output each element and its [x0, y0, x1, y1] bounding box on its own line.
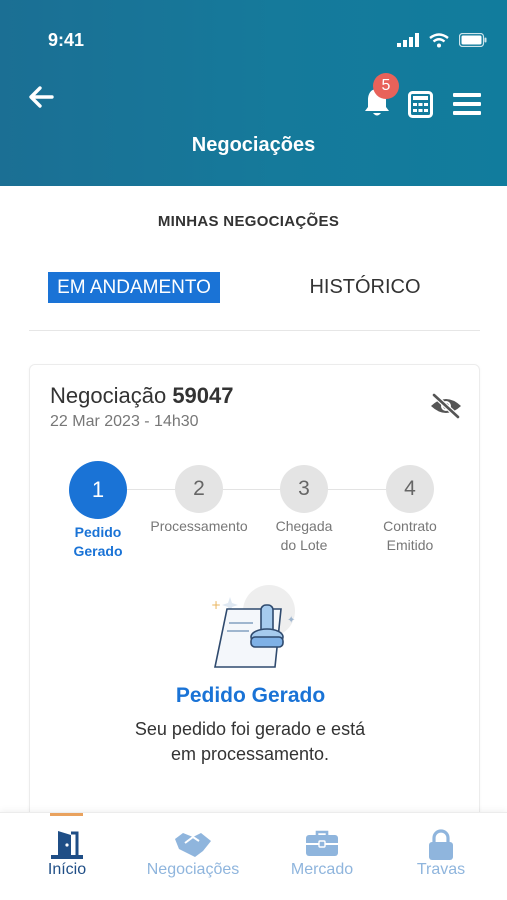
lock-icon	[429, 829, 453, 860]
step-processamento: 2 Processamento	[139, 461, 259, 536]
signal-icon	[397, 33, 419, 47]
nav-label: Travas	[416, 861, 466, 878]
step-label-line1: Processamento	[150, 518, 248, 534]
step-contrato-emitido: 4 Contrato Emitido	[350, 461, 470, 555]
step-label-line2: Emitido	[386, 537, 434, 553]
nav-item-inicio[interactable]: Início	[0, 813, 134, 900]
step-label: Chegada do Lote	[244, 517, 364, 555]
app-header: 9:41 5 Negociações	[0, 0, 507, 186]
negotiation-title: Negociação 59047	[50, 383, 234, 409]
battery-icon	[459, 33, 487, 47]
svg-text:✦: ✦	[287, 615, 295, 626]
eye-off-icon[interactable]	[429, 393, 463, 419]
step-label-line1: Chegada	[275, 518, 333, 534]
bottom-nav: Início Negociações Mercado Travas	[0, 812, 507, 900]
negotiation-card[interactable]: Negociação 59047 22 Mar 2023 - 14h30 1 P…	[29, 364, 480, 834]
nav-item-mercado[interactable]: Mercado	[258, 813, 386, 900]
step-circle: 1	[69, 461, 127, 519]
briefcase-icon	[306, 830, 338, 856]
status-icons	[397, 31, 487, 49]
step-label-line1: Contrato	[383, 518, 437, 534]
status-bar: 9:41	[0, 0, 507, 80]
notification-badge: 5	[373, 73, 399, 99]
step-label: Processamento	[139, 517, 259, 536]
nav-label: Início	[47, 861, 87, 878]
back-arrow-icon[interactable]	[26, 82, 56, 112]
tab-em-andamento[interactable]: EM ANDAMENTO	[48, 272, 220, 303]
svg-text:+: +	[211, 598, 221, 612]
step-label: Contrato Emitido	[350, 517, 470, 555]
page-title: Negociações	[191, 134, 316, 156]
handshake-icon	[175, 833, 211, 857]
progress-stepper: 1 Pedido Gerado 2 Processamento 3 Chegad…	[30, 461, 481, 571]
nav-label: Negociações	[146, 861, 240, 878]
nav-item-negociacoes[interactable]: Negociações	[128, 813, 258, 900]
nav-label: Mercado	[290, 861, 354, 878]
step-circle: 2	[175, 465, 223, 513]
status-description-line1: Seu pedido foi gerado e está	[134, 719, 366, 739]
negotiation-date: 22 Mar 2023 - 14h30	[50, 413, 199, 430]
step-circle: 4	[386, 465, 434, 513]
nav-item-travas[interactable]: Travas	[378, 813, 504, 900]
tab-historico[interactable]: HISTÓRICO	[300, 276, 430, 299]
step-circle: 3	[280, 465, 328, 513]
menu-icon[interactable]	[453, 92, 481, 116]
calculator-icon[interactable]	[408, 91, 433, 118]
stamp-document-illustration: + ✦	[211, 585, 295, 668]
status-description-line2: em processamento.	[170, 744, 330, 764]
wifi-icon	[429, 32, 449, 47]
step-chegada-do-lote: 3 Chegada do Lote	[244, 461, 364, 555]
section-title: MINHAS NEGOCIAÇÕES	[157, 213, 340, 230]
status-description: Seu pedido foi gerado e está em processa…	[100, 717, 400, 767]
negotiation-title-prefix: Negociação	[50, 383, 167, 408]
tabs-divider	[29, 330, 480, 331]
step-label-line2: Gerado	[73, 543, 123, 559]
step-label-line2: do Lote	[280, 537, 328, 553]
door-icon	[51, 831, 83, 859]
status-time: 9:41	[48, 30, 85, 50]
active-indicator	[50, 813, 83, 816]
negotiation-number: 59047	[172, 383, 234, 408]
status-title: Pedido Gerado	[175, 684, 326, 707]
